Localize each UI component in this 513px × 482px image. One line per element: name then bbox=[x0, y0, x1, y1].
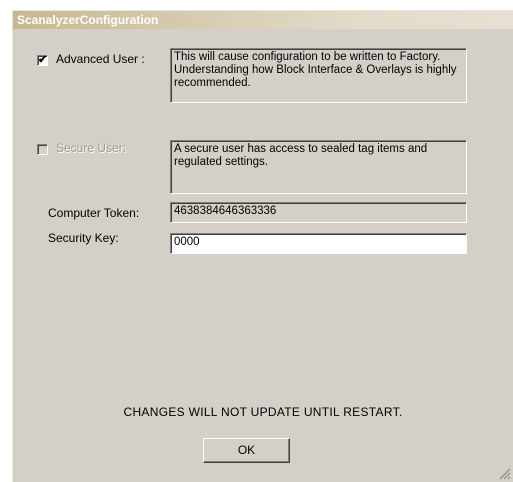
ok-button[interactable]: OK bbox=[203, 438, 290, 463]
secure-user-checkbox[interactable] bbox=[37, 144, 48, 155]
resize-grip-icon[interactable] bbox=[499, 468, 511, 480]
advanced-user-checkbox[interactable]: ✔ bbox=[37, 55, 48, 66]
secure-user-description: A secure user has access to sealed tag i… bbox=[170, 140, 467, 194]
window-title: ScanalyzerConfiguration bbox=[17, 13, 159, 27]
security-key-label: Security Key: bbox=[48, 231, 119, 245]
secure-user-label[interactable]: Secure User: bbox=[56, 141, 126, 155]
security-key-input[interactable]: 0000 bbox=[170, 233, 467, 254]
advanced-user-description: This will cause configuration to be writ… bbox=[170, 48, 467, 103]
configuration-window: ScanalyzerConfiguration ✔ Advanced User … bbox=[12, 10, 513, 482]
restart-notice: CHANGES WILL NOT UPDATE UNTIL RESTART. bbox=[123, 405, 403, 419]
computer-token-label: Computer Token: bbox=[48, 206, 140, 220]
computer-token-field: 4638384646363336 bbox=[170, 202, 467, 223]
advanced-user-label[interactable]: Advanced User : bbox=[56, 52, 145, 66]
title-bar[interactable]: ScanalyzerConfiguration bbox=[13, 11, 513, 29]
